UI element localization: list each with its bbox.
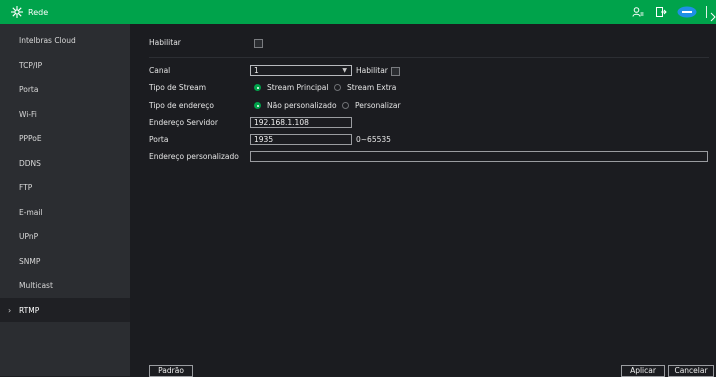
habilitar-label: Habilitar (149, 38, 181, 47)
sidebar-item-ftp[interactable]: FTP (0, 175, 130, 199)
nao-personalizado-label: Não personalizado (267, 101, 337, 110)
sidebar-item-intelbras-cloud[interactable]: Intelbras Cloud (0, 28, 130, 52)
sidebar-item-wifi[interactable]: Wi-Fi (0, 102, 130, 126)
settings-sidebar: Intelbras Cloud TCP/IP Porta Wi-Fi PPPoE… (0, 24, 130, 376)
sidebar-item-label: PPPoE (19, 133, 42, 143)
sidebar-item-tcpip[interactable]: TCP/IP (0, 53, 130, 77)
sidebar-item-label: TCP/IP (19, 60, 43, 70)
tipo-endereco-label: Tipo de endereço (149, 101, 214, 110)
stream-extra-label: Stream Extra (347, 83, 397, 92)
sidebar-item-ddns[interactable]: DDNS (0, 151, 130, 175)
sidebar-item-rtmp[interactable]: › RTMP (0, 298, 130, 322)
canal-habilitar-checkbox[interactable] (391, 67, 400, 76)
habilitar-checkbox[interactable] (254, 39, 263, 48)
sidebar-item-label: SNMP (19, 256, 41, 266)
padrao-button[interactable]: Padrão (149, 365, 193, 377)
canal-select-value: 1 (254, 66, 259, 75)
sidebar-item-upnp[interactable]: UPnP (0, 224, 130, 248)
sidebar-item-label: Intelbras Cloud (19, 35, 76, 45)
endereco-personalizado-label: Endereço personalizado (149, 152, 239, 161)
porta-range-hint: 0~65535 (356, 135, 391, 144)
sidebar-item-label: DDNS (19, 158, 41, 168)
canal-select[interactable]: 1 ▼ (250, 65, 352, 76)
toolbar-divider (706, 6, 707, 18)
user-icon[interactable] (630, 4, 646, 20)
logout-icon[interactable] (653, 4, 669, 20)
stream-principal-radio[interactable] (254, 84, 261, 91)
intelbras-badge-icon[interactable] (676, 4, 698, 20)
aplicar-button[interactable]: Aplicar (621, 365, 665, 377)
personalizar-radio[interactable] (342, 102, 349, 109)
chevron-down-icon: ▼ (342, 67, 347, 74)
sidebar-item-multicast[interactable]: Multicast (0, 273, 130, 297)
chevron-right-icon: › (8, 305, 12, 315)
sidebar-item-label: RTMP (19, 305, 40, 315)
sidebar-item-label: FTP (19, 182, 33, 192)
sidebar-item-email[interactable]: E-mail (0, 200, 130, 224)
endereco-personalizado-input[interactable] (250, 151, 708, 162)
tipo-stream-label: Tipo de Stream (149, 83, 207, 92)
sidebar-item-label: Multicast (19, 280, 53, 290)
canal-habilitar-label: Habilitar (356, 66, 388, 75)
sidebar-item-porta[interactable]: Porta (0, 77, 130, 101)
porta-label: Porta (149, 135, 169, 144)
page-title: Rede (28, 7, 49, 17)
personalizar-label: Personalizar (355, 101, 401, 110)
sidebar-item-label: Wi-Fi (19, 109, 37, 119)
canal-label: Canal (149, 66, 171, 75)
network-logo-icon (7, 2, 27, 22)
title-bar: Rede (0, 0, 716, 24)
porta-input[interactable]: 1935 (250, 134, 352, 145)
section-divider (149, 57, 709, 58)
stream-principal-label: Stream Principal (267, 83, 329, 92)
cancelar-button[interactable]: Cancelar (668, 365, 714, 377)
sidebar-item-label: UPnP (19, 231, 39, 241)
sidebar-item-pppoe[interactable]: PPPoE (0, 126, 130, 150)
more-icon[interactable] (710, 7, 716, 22)
nao-personalizado-radio[interactable] (254, 102, 261, 109)
sidebar-item-snmp[interactable]: SNMP (0, 249, 130, 273)
stream-extra-radio[interactable] (334, 84, 341, 91)
sidebar-item-label: Porta (19, 84, 39, 94)
rtmp-settings-panel: Habilitar Canal 1 ▼ Habilitar Tipo de St… (130, 24, 716, 377)
sidebar-item-label: E-mail (19, 207, 43, 217)
endereco-servidor-label: Endereço Servidor (149, 118, 218, 127)
endereco-servidor-input[interactable]: 192.168.1.108 (250, 117, 352, 128)
